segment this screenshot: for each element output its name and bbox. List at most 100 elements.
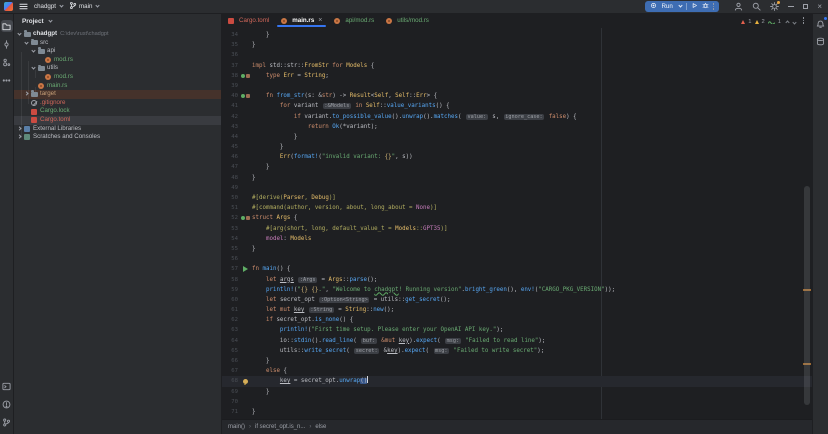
code-line[interactable]: 61 let mut key :String = String::new(); bbox=[222, 305, 812, 315]
code-line[interactable]: 71} bbox=[222, 407, 812, 417]
tree-item-target[interactable]: target bbox=[14, 90, 221, 99]
code-line[interactable]: 44 } bbox=[222, 132, 812, 142]
code-line[interactable]: 48} bbox=[222, 173, 812, 183]
code-line[interactable]: 69 } bbox=[222, 387, 812, 397]
breadcrumb-item[interactable]: if secret_opt.is_n... bbox=[255, 424, 305, 430]
code-line[interactable]: 65 utils::write_secret( secret: &key).ex… bbox=[222, 346, 812, 356]
code-line[interactable]: 52struct Args { bbox=[222, 213, 812, 223]
breadcrumb-item[interactable]: else bbox=[315, 424, 326, 430]
run-more-icon[interactable] bbox=[713, 2, 715, 11]
notifications-bell-icon[interactable] bbox=[815, 17, 827, 29]
editor-scrollbar[interactable] bbox=[803, 14, 811, 405]
commit-tool-icon[interactable] bbox=[1, 38, 13, 50]
code-line[interactable]: 47 } bbox=[222, 162, 812, 172]
code-line[interactable]: 70 bbox=[222, 397, 812, 407]
code-line[interactable]: 64 io::stdin().read_line( buf: &mut key)… bbox=[222, 336, 812, 346]
code-line[interactable]: 51#[command(author, version, about, long… bbox=[222, 203, 812, 213]
run-widget[interactable]: Run bbox=[645, 1, 719, 12]
code-line[interactable]: 37impl std::str::FromStr for Models { bbox=[222, 61, 812, 71]
breadcrumb-item[interactable]: main() bbox=[228, 424, 245, 430]
prev-problem-icon[interactable] bbox=[785, 20, 789, 24]
tree-item-chadgpt[interactable]: chadgptC:\dev\rust\chadgpt bbox=[14, 30, 221, 39]
code-line[interactable]: 66 } bbox=[222, 356, 812, 366]
code-line[interactable]: 57fn main() { bbox=[222, 264, 812, 274]
inlay-hint: :Args bbox=[298, 277, 317, 283]
structure-tool-icon[interactable] bbox=[1, 56, 13, 68]
code-line[interactable]: 46 Err(format!("invalid variant: {}", s)… bbox=[222, 152, 812, 162]
search-everywhere-icon[interactable] bbox=[752, 2, 761, 11]
code-text: key = secret_opt.unwrap() bbox=[252, 376, 368, 386]
tree-item-mod.rs[interactable]: mod.rs bbox=[14, 56, 221, 65]
implemented-gutter-icon[interactable] bbox=[238, 91, 252, 101]
implemented-gutter-icon[interactable] bbox=[238, 71, 252, 81]
tab-api-mod.rs[interactable]: api/mod.rs bbox=[328, 14, 380, 27]
tab-cargo.toml[interactable]: Cargo.toml bbox=[222, 14, 275, 27]
tree-item-api[interactable]: api bbox=[14, 47, 221, 56]
tree-item-cargo.toml[interactable]: Cargo.toml bbox=[14, 116, 221, 125]
terminal-tool-icon[interactable] bbox=[1, 380, 13, 392]
project-widget[interactable]: chadgpt bbox=[34, 3, 63, 10]
tree-item-main.rs[interactable]: main.rs bbox=[14, 82, 221, 91]
code-line[interactable]: 38 type Err = String; bbox=[222, 71, 812, 81]
code-line[interactable]: 54 model: Models bbox=[222, 234, 812, 244]
tab-label: Cargo.toml bbox=[239, 17, 269, 24]
lightbulb-icon[interactable] bbox=[238, 376, 252, 386]
code-line[interactable]: 41 for variant :&Models in Self::value_v… bbox=[222, 101, 812, 111]
problems-tool-icon[interactable] bbox=[1, 398, 13, 410]
tree-item-cargo.lock[interactable]: Cargo.lock bbox=[14, 107, 221, 116]
code-line[interactable]: 40 fn from_str(s: &str) -> Result<Self, … bbox=[222, 91, 812, 101]
code-line[interactable]: 68 key = secret_opt.unwrap() bbox=[222, 376, 812, 386]
inspections-widget[interactable]: 1 2 1 bbox=[741, 19, 796, 25]
code-line[interactable]: 34 } bbox=[222, 30, 812, 40]
run-gutter-icon[interactable] bbox=[238, 264, 252, 274]
code-line[interactable]: 42 if variant.to_possible_value().unwrap… bbox=[222, 112, 812, 122]
settings-gear-icon[interactable] bbox=[770, 2, 779, 11]
code-editor[interactable]: 34 }35}3637impl std::str::FromStr for Mo… bbox=[222, 28, 812, 419]
account-icon[interactable] bbox=[734, 2, 743, 11]
debug-button[interactable] bbox=[702, 2, 709, 11]
code-line[interactable]: 62 if secret_opt.is_none() { bbox=[222, 315, 812, 325]
code-line[interactable]: 50#[derive(Parser, Debug)] bbox=[222, 193, 812, 203]
project-panel-header[interactable]: Project bbox=[14, 14, 221, 28]
code-line[interactable]: 60 let secret_opt :Option<String> = util… bbox=[222, 295, 812, 305]
main-menu-icon[interactable] bbox=[19, 2, 28, 11]
tree-item-.gitignore[interactable]: .gitignore bbox=[14, 99, 221, 108]
code-line[interactable]: 49 bbox=[222, 183, 812, 193]
window-minimize-button[interactable] bbox=[788, 6, 794, 7]
code-line[interactable]: 59 println!("{} {}.", "Welcome to chadgp… bbox=[222, 285, 812, 295]
tab-main.rs[interactable]: main.rs× bbox=[275, 14, 328, 27]
window-close-button[interactable]: × bbox=[817, 4, 822, 10]
tree-item-utils[interactable]: utils bbox=[14, 64, 221, 73]
code-line[interactable]: 43 return Ok(*variant); bbox=[222, 122, 812, 132]
tab-close-icon[interactable]: × bbox=[318, 17, 322, 24]
database-tool-icon[interactable] bbox=[815, 35, 827, 47]
code-text: model: Models bbox=[252, 234, 311, 244]
window-maximize-button[interactable] bbox=[803, 4, 808, 9]
project-tool-icon[interactable] bbox=[1, 20, 13, 32]
scrollbar-thumb[interactable] bbox=[804, 186, 810, 405]
tree-item-scratches-and-consoles[interactable]: Scratches and Consoles bbox=[14, 133, 221, 142]
more-tools-icon[interactable] bbox=[1, 74, 13, 86]
gutter-slot bbox=[238, 30, 252, 40]
code-line[interactable]: 67 else { bbox=[222, 366, 812, 376]
run-button[interactable] bbox=[691, 2, 698, 11]
code-line[interactable]: 56 bbox=[222, 254, 812, 264]
vcs-widget[interactable]: main bbox=[69, 1, 99, 12]
code-line[interactable]: 39 bbox=[222, 81, 812, 91]
line-number: 55 bbox=[222, 244, 238, 254]
code-line[interactable]: 53 #[arg(short, long, default_value_t = … bbox=[222, 224, 812, 234]
code-line[interactable]: 58 let args :Args = Args::parse(); bbox=[222, 275, 812, 285]
code-line[interactable]: 63 println!("First time setup. Please en… bbox=[222, 325, 812, 335]
code-line[interactable]: 45 } bbox=[222, 142, 812, 152]
code-line[interactable]: 36 bbox=[222, 50, 812, 60]
tree-item-external-libraries[interactable]: External Libraries bbox=[14, 125, 221, 134]
tree-item-src[interactable]: src bbox=[14, 39, 221, 48]
implemented-gutter-icon[interactable] bbox=[238, 213, 252, 223]
code-line[interactable]: 55} bbox=[222, 244, 812, 254]
code-line[interactable]: 35} bbox=[222, 40, 812, 50]
next-problem-icon[interactable] bbox=[792, 20, 796, 24]
version-control-tool-icon[interactable] bbox=[1, 416, 13, 428]
line-number: 64 bbox=[222, 336, 238, 346]
tab-utils-mod.rs[interactable]: utils/mod.rs bbox=[380, 14, 435, 27]
tree-item-mod.rs[interactable]: mod.rs bbox=[14, 73, 221, 82]
